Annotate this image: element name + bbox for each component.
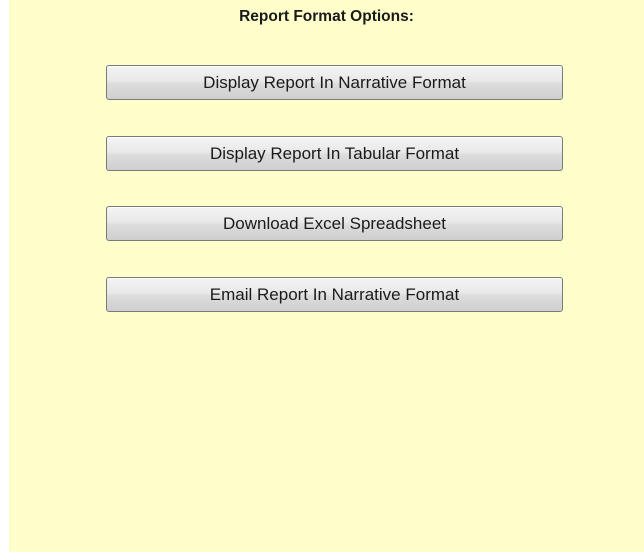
email-narrative-report-button[interactable]: Email Report In Narrative Format (106, 277, 563, 312)
display-narrative-report-button[interactable]: Display Report In Narrative Format (106, 65, 563, 100)
download-excel-spreadsheet-button[interactable]: Download Excel Spreadsheet (106, 206, 563, 241)
report-format-panel: Report Format Options: Display Report In… (9, 0, 644, 552)
display-tabular-report-button[interactable]: Display Report In Tabular Format (106, 136, 563, 171)
report-format-title: Report Format Options: (239, 8, 414, 25)
